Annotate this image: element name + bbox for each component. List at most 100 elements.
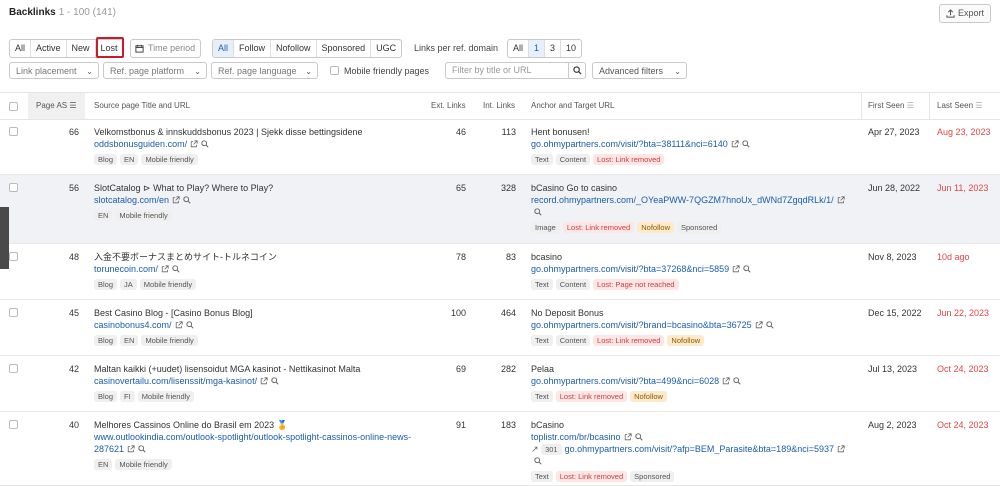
row-checkbox[interactable] [9,420,18,432]
row-checkbox[interactable] [9,252,18,264]
external-link-icon[interactable] [837,445,845,453]
column-last-seen[interactable]: Last Seen ☰ [937,93,982,119]
mobile-friendly-checkbox[interactable] [330,66,339,77]
external-link-icon[interactable] [624,433,632,441]
ref-page-language-dropdown[interactable]: Ref. page language ⌄ [211,62,318,79]
external-link-icon[interactable] [190,140,198,148]
header-bar: Backlinks 1 - 100 (141) Export [0,0,1000,28]
source-url-link[interactable]: casinovertailu.com/lisenssit/mga-kasinot… [94,376,257,386]
search-icon[interactable] [138,445,146,453]
target-url-link[interactable]: go.ohmypartners.com/visit/?bta=38111&nci… [531,139,728,149]
time-period-button[interactable]: Time period [130,39,202,58]
row-checkbox[interactable] [9,127,18,139]
int-links-value: 282 [500,364,516,374]
anchor-text: Pelaa [531,364,555,374]
links-per-domain-1[interactable]: 1 [529,40,546,57]
redirect-target-link[interactable]: go.ohmypartners.com/visit/?afp=BEM_Paras… [565,444,834,454]
sort-icon: ☰ [69,101,77,110]
row-checkbox[interactable] [9,183,18,195]
status-tab-active[interactable]: Active [31,40,67,57]
external-link-icon[interactable] [722,377,730,385]
search-icon[interactable] [634,433,643,441]
first-seen-value: Apr 27, 2023 [868,127,920,137]
anchor-tag-badge: Nofollow [630,391,667,402]
select-all-checkbox[interactable] [9,102,18,111]
external-link-icon[interactable] [260,377,268,385]
side-panel-handle[interactable] [0,207,9,269]
advanced-filters-dropdown[interactable]: Advanced filters ⌄ [592,62,687,79]
follow-tab-follow[interactable]: Follow [234,40,272,57]
anchor-tag-badge: Text [531,391,553,402]
links-per-domain-10[interactable]: 10 [561,40,581,57]
source-url-link[interactable]: slotcatalog.com/en [94,195,169,205]
ext-links-value: 78 [455,252,466,262]
table-row: 56 SlotCatalog ⊳ What to Play? Where to … [0,175,1000,244]
external-link-icon[interactable] [175,321,183,329]
source-url-link[interactable]: casinobonus4.com/ [94,320,172,330]
target-url-link[interactable]: go.ohmypartners.com/visit/?bta=499&nci=6… [531,376,719,386]
target-url-link[interactable]: record.ohmypartners.com/_OYeaPWW-7QGZM7h… [531,195,834,205]
tag-badge: Mobile friendly [115,459,172,470]
lost-highlight-box [96,37,124,58]
search-icon[interactable] [765,321,774,329]
source-url-link[interactable]: oddsbonusguiden.com/ [94,139,187,149]
search-icon[interactable] [183,196,191,204]
tag-badge: Mobile friendly [137,391,195,402]
tag-badge: Mobile friendly [115,210,172,221]
links-per-domain-3[interactable]: 3 [545,40,562,57]
int-links-value: 113 [501,127,516,137]
search-icon[interactable] [534,457,542,465]
tag-badge: FI [120,391,135,402]
anchor-tag-badge: Text [531,279,553,290]
search-input[interactable]: Filter by title or URL [445,62,586,79]
column-source[interactable]: Source page Title and URL [94,93,190,119]
source-url-link[interactable]: torunecoin.com/ [94,264,158,274]
search-icon[interactable] [733,377,741,385]
column-ext-links[interactable]: Ext. Links [431,93,466,119]
link-placement-dropdown[interactable]: Link placement ⌄ [9,62,99,79]
ref-page-platform-dropdown[interactable]: Ref. page platform ⌄ [103,62,207,79]
search-icon[interactable] [568,63,585,78]
follow-tab-sponsored[interactable]: Sponsored [317,40,372,57]
row-checkbox[interactable] [9,308,18,320]
tag-badge: Blog [94,335,118,346]
search-icon[interactable] [534,208,542,216]
external-link-icon[interactable] [732,265,740,273]
external-link-icon[interactable] [127,445,135,453]
target-url-link[interactable]: go.ohmypartners.com/visit/?brand=bcasino… [531,320,752,330]
row-checkbox[interactable] [9,364,18,376]
anchor-tag-badge: Lost: Link removed [593,335,665,346]
tag-badge: JA [120,279,137,290]
target-url-link[interactable]: toplistr.com/br/bcasino [531,432,621,442]
column-anchor[interactable]: Anchor and Target URL [531,93,614,119]
column-first-seen[interactable]: First Seen ☰ [868,93,914,119]
status-tab-new[interactable]: New [67,40,96,57]
external-link-icon[interactable] [837,196,845,204]
status-tab-all[interactable]: All [10,40,32,57]
external-link-icon[interactable] [731,140,739,148]
sort-icon: ☰ [975,101,983,110]
target-url-link[interactable]: go.ohmypartners.com/visit/?bta=37268&nci… [531,264,729,274]
search-icon[interactable] [742,140,750,148]
external-link-icon[interactable] [172,196,180,204]
follow-tab-ugc[interactable]: UGC [371,40,401,57]
links-per-domain-all[interactable]: All [508,40,530,57]
external-link-icon[interactable] [161,265,169,273]
search-icon[interactable] [185,321,194,329]
follow-tab-nofollow[interactable]: Nofollow [271,40,317,57]
column-page-as[interactable]: Page AS ☰ [28,93,85,119]
chevron-down-icon: ⌄ [305,67,312,76]
export-button[interactable]: Export [938,4,991,23]
tag-badge: EN [120,335,139,346]
tag-badge: Mobile friendly [141,335,198,346]
search-icon[interactable] [172,265,180,273]
tag-badge: Mobile friendly [141,154,198,165]
column-int-links[interactable]: Int. Links [483,93,515,119]
search-icon[interactable] [743,265,751,273]
search-icon[interactable] [201,140,209,148]
last-seen-value: Oct 24, 2023 [937,420,989,430]
search-icon[interactable] [271,377,279,385]
follow-tab-all[interactable]: All [213,40,235,57]
external-link-icon[interactable] [755,321,763,329]
chevron-down-icon: ⌄ [86,67,93,76]
